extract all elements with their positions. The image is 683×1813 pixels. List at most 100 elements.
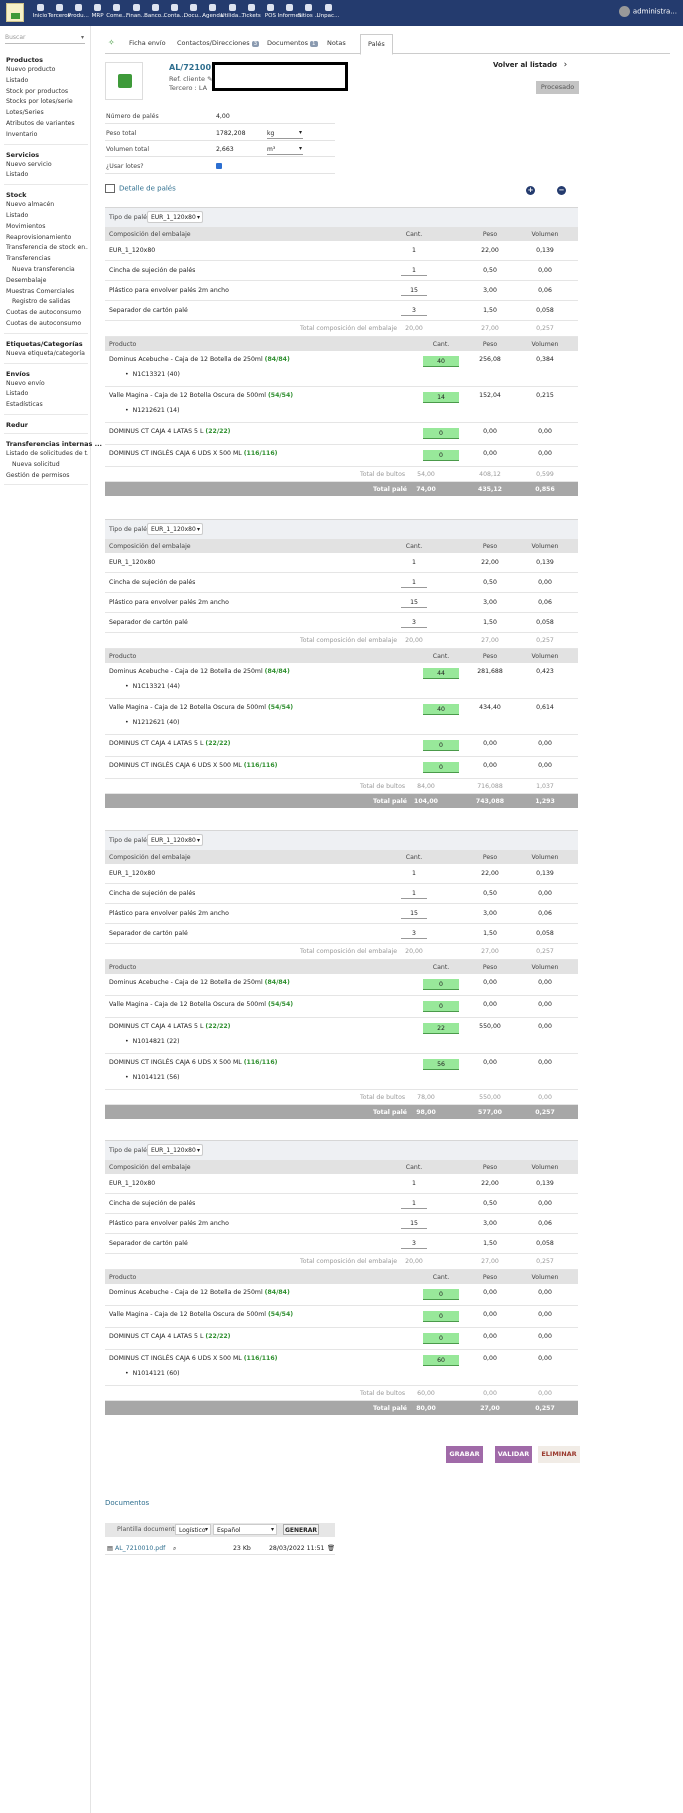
sidebar-item[interactable]: Muestras Comerciales bbox=[6, 288, 88, 295]
sidebar-section-title[interactable]: Transferencias internas ... bbox=[6, 440, 102, 448]
composition-qty[interactable]: 3 bbox=[401, 305, 427, 316]
back-to-list-link[interactable]: Volver al listado bbox=[493, 61, 557, 69]
search-input[interactable]: Buscar bbox=[5, 34, 85, 44]
sidebar-item[interactable]: Registro de salidas bbox=[12, 298, 88, 305]
sidebar-item[interactable]: Nuevo almacén bbox=[6, 201, 88, 208]
home-icon[interactable]: ✧ bbox=[108, 38, 115, 47]
composition-qty[interactable]: 1 bbox=[401, 888, 427, 899]
product-qty-input[interactable]: 0 bbox=[423, 428, 459, 439]
preview-icon[interactable]: ⌕ bbox=[173, 1545, 176, 1553]
next-record-icon[interactable]: › bbox=[564, 60, 574, 70]
sidebar-item[interactable]: Listado bbox=[6, 77, 88, 84]
remove-pallet-button[interactable]: − bbox=[557, 186, 566, 195]
sidebar-item[interactable]: Listado bbox=[6, 212, 88, 219]
sidebar-item[interactable]: Movimientos bbox=[6, 223, 88, 230]
product-qty-input[interactable]: 40 bbox=[423, 356, 459, 367]
composition-qty[interactable]: 1 bbox=[401, 1198, 427, 1209]
sidebar-item[interactable]: Inventario bbox=[6, 131, 88, 138]
composition-total-qty: 20,00 bbox=[405, 1258, 423, 1265]
product-row: DOMINUS CT INGLÉS CAJA 6 UDS X 500 ML (1… bbox=[105, 1054, 578, 1090]
unit-select[interactable]: m³ bbox=[267, 144, 303, 155]
product-weight: 0,00 bbox=[483, 1333, 497, 1340]
sidebar-item[interactable]: Nuevo producto bbox=[6, 66, 88, 73]
top-menu-item[interactable]: Unpac... bbox=[316, 4, 340, 19]
sidebar-item[interactable]: Atributos de variantes bbox=[6, 120, 88, 127]
composition-qty[interactable]: 1 bbox=[401, 265, 427, 276]
sidebar-item[interactable]: Stock por productos bbox=[6, 88, 88, 95]
product-qty-input[interactable]: 0 bbox=[423, 1289, 459, 1300]
save-button[interactable]: GRABAR bbox=[446, 1446, 483, 1463]
sidebar-section-title[interactable]: Etiquetas/Categorías bbox=[6, 340, 83, 348]
product-qty-input[interactable]: 56 bbox=[423, 1059, 459, 1070]
product-qty-input[interactable]: 22 bbox=[423, 1023, 459, 1034]
sidebar-item[interactable]: Nueva etiqueta/categoría bbox=[6, 350, 88, 357]
use-lots-checkbox[interactable] bbox=[216, 162, 222, 169]
pallet-type-select[interactable]: EUR_1_120x80 bbox=[147, 834, 203, 846]
validate-button[interactable]: VALIDAR bbox=[495, 1446, 532, 1463]
tab-pal-s[interactable]: Palés bbox=[360, 34, 393, 55]
composition-qty[interactable]: 15 bbox=[401, 908, 427, 919]
sidebar-item[interactable]: Listado bbox=[6, 171, 88, 178]
product-qty-input[interactable]: 40 bbox=[423, 704, 459, 715]
sidebar-section-title[interactable]: Servicios bbox=[6, 151, 39, 159]
sidebar-item[interactable]: Lotes/Series bbox=[6, 109, 88, 116]
product-qty-input[interactable]: 14 bbox=[423, 392, 459, 403]
sidebar-section-title[interactable]: Redur bbox=[6, 421, 28, 429]
app-logo[interactable] bbox=[6, 3, 24, 22]
tab-documentos[interactable]: Documentos 1 bbox=[267, 39, 318, 47]
pallet-type-select[interactable]: EUR_1_120x80 bbox=[147, 211, 203, 223]
sidebar-item[interactable]: Reaprovisionamiento bbox=[6, 234, 88, 241]
generate-button[interactable]: GENERAR bbox=[283, 1524, 319, 1535]
sidebar-item[interactable]: Nuevo servicio bbox=[6, 161, 88, 168]
sidebar-item[interactable]: Listado de solicitudes de t... bbox=[6, 450, 88, 457]
composition-qty[interactable]: 15 bbox=[401, 285, 427, 296]
sidebar-item[interactable]: Gestión de permisos bbox=[6, 472, 88, 479]
sidebar-item[interactable]: Estadísticas bbox=[6, 401, 88, 408]
sidebar-item[interactable]: Cuotas de autoconsumo bbox=[6, 309, 88, 316]
add-pallet-button[interactable]: + bbox=[526, 186, 535, 195]
composition-qty[interactable]: 3 bbox=[401, 928, 427, 939]
trash-icon[interactable]: 🗑 bbox=[327, 1544, 335, 1552]
sidebar-section-title[interactable]: Envíos bbox=[6, 370, 30, 378]
composition-qty[interactable]: 3 bbox=[401, 617, 427, 628]
bultos-total-qty: 84,00 bbox=[417, 783, 435, 790]
language-select[interactable]: Español bbox=[213, 1524, 277, 1535]
product-qty-input[interactable]: 0 bbox=[423, 762, 459, 773]
sidebar-item[interactable]: Listado bbox=[6, 390, 88, 397]
sidebar-section-title[interactable]: Stock bbox=[6, 191, 26, 199]
product-qty-input[interactable]: 60 bbox=[423, 1355, 459, 1366]
product-qty-input[interactable]: 0 bbox=[423, 1311, 459, 1322]
composition-qty[interactable]: 1 bbox=[401, 577, 427, 588]
delete-button[interactable]: ELIMINAR bbox=[538, 1446, 580, 1463]
unit-select[interactable]: kg bbox=[267, 128, 303, 139]
prev-record-icon[interactable]: ‹ bbox=[554, 60, 564, 70]
tab-ficha-env-o[interactable]: Ficha envío bbox=[129, 39, 166, 47]
template-select[interactable]: Logístico bbox=[175, 1524, 211, 1535]
composition-qty[interactable]: 15 bbox=[401, 1218, 427, 1229]
sidebar-item[interactable]: Transferencia de stock en... bbox=[6, 244, 88, 251]
pallet-type-select[interactable]: EUR_1_120x80 bbox=[147, 1144, 203, 1156]
composition-qty[interactable]: 15 bbox=[401, 597, 427, 608]
tab-notas[interactable]: Notas bbox=[327, 39, 346, 47]
pallet-type-select[interactable]: EUR_1_120x80 bbox=[147, 523, 203, 535]
product-qty-input[interactable]: 0 bbox=[423, 740, 459, 751]
tab-contactos-direcciones[interactable]: Contactos/Direcciones 3 bbox=[177, 39, 260, 47]
sidebar-item[interactable]: Cuotas de autoconsumo bbox=[6, 320, 88, 327]
product-qty-input[interactable]: 0 bbox=[423, 1333, 459, 1344]
sidebar-item[interactable]: Desembalaje bbox=[6, 277, 88, 284]
bultos-total-label: Total de bultos bbox=[360, 1390, 406, 1397]
product-qty-input[interactable]: 0 bbox=[423, 1001, 459, 1012]
user-menu[interactable]: administra... bbox=[618, 6, 677, 17]
document-link[interactable]: AL_7210010.pdf bbox=[115, 1545, 165, 1552]
sidebar-item[interactable]: Transferencias bbox=[6, 255, 88, 262]
sidebar-item[interactable]: Stocks por lotes/serie bbox=[6, 98, 88, 105]
sidebar-item[interactable]: Nueva transferencia bbox=[12, 266, 88, 273]
composition-qty[interactable]: 3 bbox=[401, 1238, 427, 1249]
product-qty-input[interactable]: 0 bbox=[423, 979, 459, 990]
sidebar-section-title[interactable]: Productos bbox=[6, 56, 43, 64]
product-qty-input[interactable]: 44 bbox=[423, 668, 459, 679]
sidebar-item[interactable]: Nuevo envío bbox=[6, 380, 88, 387]
sidebar-item[interactable]: Nueva solicitud bbox=[12, 461, 88, 468]
product-qty-input[interactable]: 0 bbox=[423, 450, 459, 461]
tercero-link[interactable]: LA bbox=[199, 84, 207, 92]
